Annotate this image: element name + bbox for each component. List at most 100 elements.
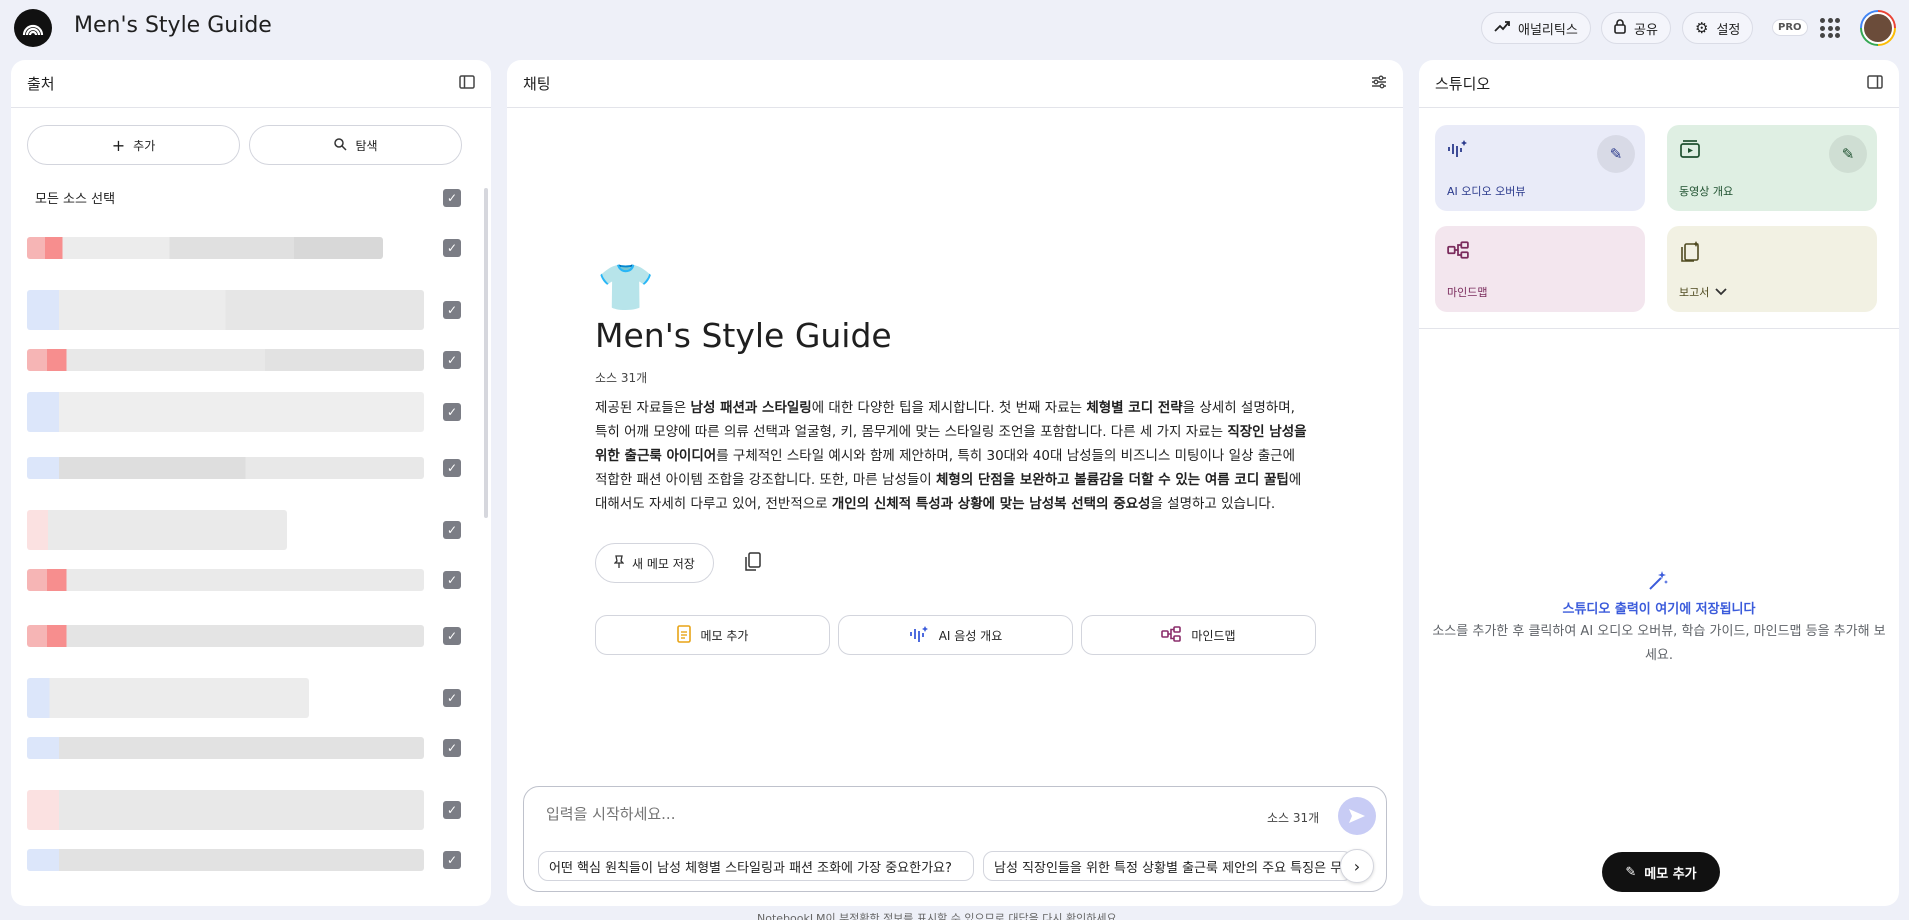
explore-label: 탐색 — [355, 138, 378, 153]
analytics-label: 애널리틱스 — [1518, 22, 1578, 38]
notebook-heading: Men's Style Guide — [595, 316, 892, 355]
source-item[interactable]: ✓ — [27, 509, 461, 551]
apps-grid-icon[interactable] — [1820, 18, 1840, 38]
source-item[interactable]: ✓ — [27, 345, 461, 375]
divider — [1419, 328, 1899, 329]
note-icon — [676, 624, 691, 646]
source-item[interactable]: ✓ — [27, 733, 461, 763]
source-checkbox[interactable]: ✓ — [443, 851, 461, 869]
trending-up-icon — [1494, 20, 1510, 36]
notebook-title[interactable]: Men's Style Guide — [74, 13, 272, 38]
suggestion-chip[interactable]: 어떤 핵심 원칙들이 남성 체형별 스타일링과 패션 조화에 가장 중요한가요? — [538, 851, 974, 881]
logo-icon — [22, 24, 44, 36]
save-memo-button[interactable]: 새 메모 저장 — [595, 543, 714, 583]
source-item[interactable]: ✓ — [27, 677, 461, 719]
source-item[interactable]: ✓ — [27, 565, 461, 595]
mindmap-icon — [1161, 625, 1182, 645]
audio-overview-tile[interactable]: ✎ AI 오디오 오버뷰 — [1435, 125, 1645, 211]
settings-button[interactable]: ⚙ 설정 — [1682, 12, 1754, 44]
source-title-redacted — [27, 849, 424, 871]
suggestion-chip[interactable]: 남성 직장인들을 위한 특정 상황별 출근룩 제안의 주요 특징은 무엇 — [983, 851, 1353, 881]
source-title-redacted — [27, 510, 287, 550]
tile-label: 보고서 — [1679, 286, 1710, 299]
source-checkbox[interactable]: ✓ — [443, 301, 461, 319]
tile-label: 동영상 개요 — [1679, 185, 1734, 198]
collapse-panel-icon[interactable] — [459, 74, 475, 93]
source-checkbox[interactable]: ✓ — [443, 801, 461, 819]
magic-wand-icon — [1647, 570, 1669, 598]
source-checkbox[interactable]: ✓ — [443, 239, 461, 257]
source-item[interactable]: ✓ — [27, 789, 461, 831]
share-button[interactable]: 공유 — [1601, 12, 1671, 44]
source-checkbox[interactable]: ✓ — [443, 521, 461, 539]
pin-icon — [613, 554, 625, 572]
report-dropdown[interactable]: 보고서 — [1679, 284, 1728, 300]
source-checkbox[interactable]: ✓ — [443, 739, 461, 757]
pro-badge: PRO — [1772, 19, 1808, 36]
pencil-icon: ✎ — [1625, 864, 1637, 880]
source-item[interactable]: ✓ — [27, 453, 461, 483]
chat-panel: 채팅 👕 Men's Style Guide 소스 31개 제공된 자료들은 남… — [507, 60, 1403, 906]
avatar[interactable] — [1860, 10, 1896, 46]
source-checkbox[interactable]: ✓ — [443, 627, 461, 645]
source-item[interactable]: ✓ — [27, 289, 461, 331]
source-item[interactable]: ✓ — [27, 621, 461, 651]
shirt-emoji-icon: 👕 — [597, 260, 655, 314]
copy-icon[interactable] — [744, 552, 762, 577]
source-title-redacted — [27, 625, 424, 647]
studio-empty-description: 소스를 추가한 후 클릭하여 AI 오디오 오버뷰, 학습 가이드, 마인드맵 … — [1432, 624, 1886, 663]
select-all-label: 모든 소스 선택 — [35, 192, 116, 207]
source-item[interactable]: ✓ — [27, 845, 461, 875]
mindmap-action-label: 마인드맵 — [1191, 628, 1236, 643]
sources-title: 출처 — [27, 75, 55, 93]
explore-sources-button[interactable]: 탐색 — [249, 125, 462, 165]
chat-input[interactable] — [546, 805, 1146, 823]
sources-scrollbar[interactable] — [484, 188, 488, 518]
source-checkbox[interactable]: ✓ — [443, 689, 461, 707]
collapse-panel-icon[interactable] — [1867, 74, 1883, 93]
source-checkbox[interactable]: ✓ — [443, 351, 461, 369]
settings-label: 설정 — [1716, 22, 1741, 38]
add-memo-label: 메모 추가 — [1644, 866, 1697, 882]
search-sparkle-icon — [333, 137, 347, 154]
add-source-button[interactable]: + 추가 — [27, 125, 240, 165]
add-memo-action-button[interactable]: 메모 추가 — [595, 615, 830, 655]
source-title-redacted — [27, 737, 424, 759]
source-title-redacted — [27, 290, 424, 330]
audio-overview-action-label: AI 음성 개요 — [938, 628, 1003, 643]
studio-panel: 스튜디오 ✎ AI 오디오 오버뷰 ✎ 동영상 개요 마인드맵 보고서 스튜디오… — [1419, 60, 1899, 906]
source-title-redacted — [27, 392, 424, 432]
source-checkbox[interactable]: ✓ — [443, 571, 461, 589]
analytics-button[interactable]: 애널리틱스 — [1481, 12, 1591, 44]
select-all-row[interactable]: 모든 소스 선택 ✓ — [35, 188, 461, 207]
disclaimer-text: NotebookLM이 부정확한 정보를 표시할 수 있으므로 대답을 다시 확… — [757, 912, 1121, 920]
top-bar: Men's Style Guide 애널리틱스 공유 ⚙ 설정 PRO — [0, 0, 1909, 56]
select-all-checkbox[interactable]: ✓ — [443, 188, 461, 207]
tile-label: 마인드맵 — [1447, 286, 1488, 299]
source-count: 소스 31개 — [595, 371, 648, 385]
mindmap-tile[interactable]: 마인드맵 — [1435, 226, 1645, 312]
mindmap-action-button[interactable]: 마인드맵 — [1081, 615, 1316, 655]
source-title-redacted — [27, 457, 424, 479]
report-tile[interactable]: 보고서 — [1667, 226, 1877, 312]
share-label: 공유 — [1634, 22, 1658, 38]
source-checkbox[interactable]: ✓ — [443, 403, 461, 421]
tune-icon[interactable] — [1371, 75, 1387, 93]
video-icon — [1679, 140, 1701, 164]
source-item[interactable]: ✓ — [27, 233, 461, 263]
add-memo-button[interactable]: ✎ 메모 추가 — [1602, 852, 1720, 892]
send-button[interactable] — [1338, 797, 1376, 835]
source-checkbox[interactable]: ✓ — [443, 459, 461, 477]
notebooklm-logo[interactable] — [14, 9, 52, 47]
video-overview-tile[interactable]: ✎ 동영상 개요 — [1667, 125, 1877, 211]
mindmap-icon — [1447, 240, 1469, 264]
report-icon — [1679, 241, 1701, 267]
edit-pencil-icon[interactable]: ✎ — [1829, 135, 1867, 173]
audio-overview-action-button[interactable]: AI 음성 개요 — [838, 615, 1073, 655]
source-item[interactable]: ✓ — [27, 391, 461, 433]
plus-icon: + — [111, 135, 126, 155]
studio-empty-title: 스튜디오 출력이 여기에 저장됩니다 — [1562, 602, 1756, 617]
chat-title: 채팅 — [523, 75, 551, 93]
chevron-right-icon[interactable]: › — [1340, 849, 1374, 883]
edit-pencil-icon[interactable]: ✎ — [1597, 135, 1635, 173]
